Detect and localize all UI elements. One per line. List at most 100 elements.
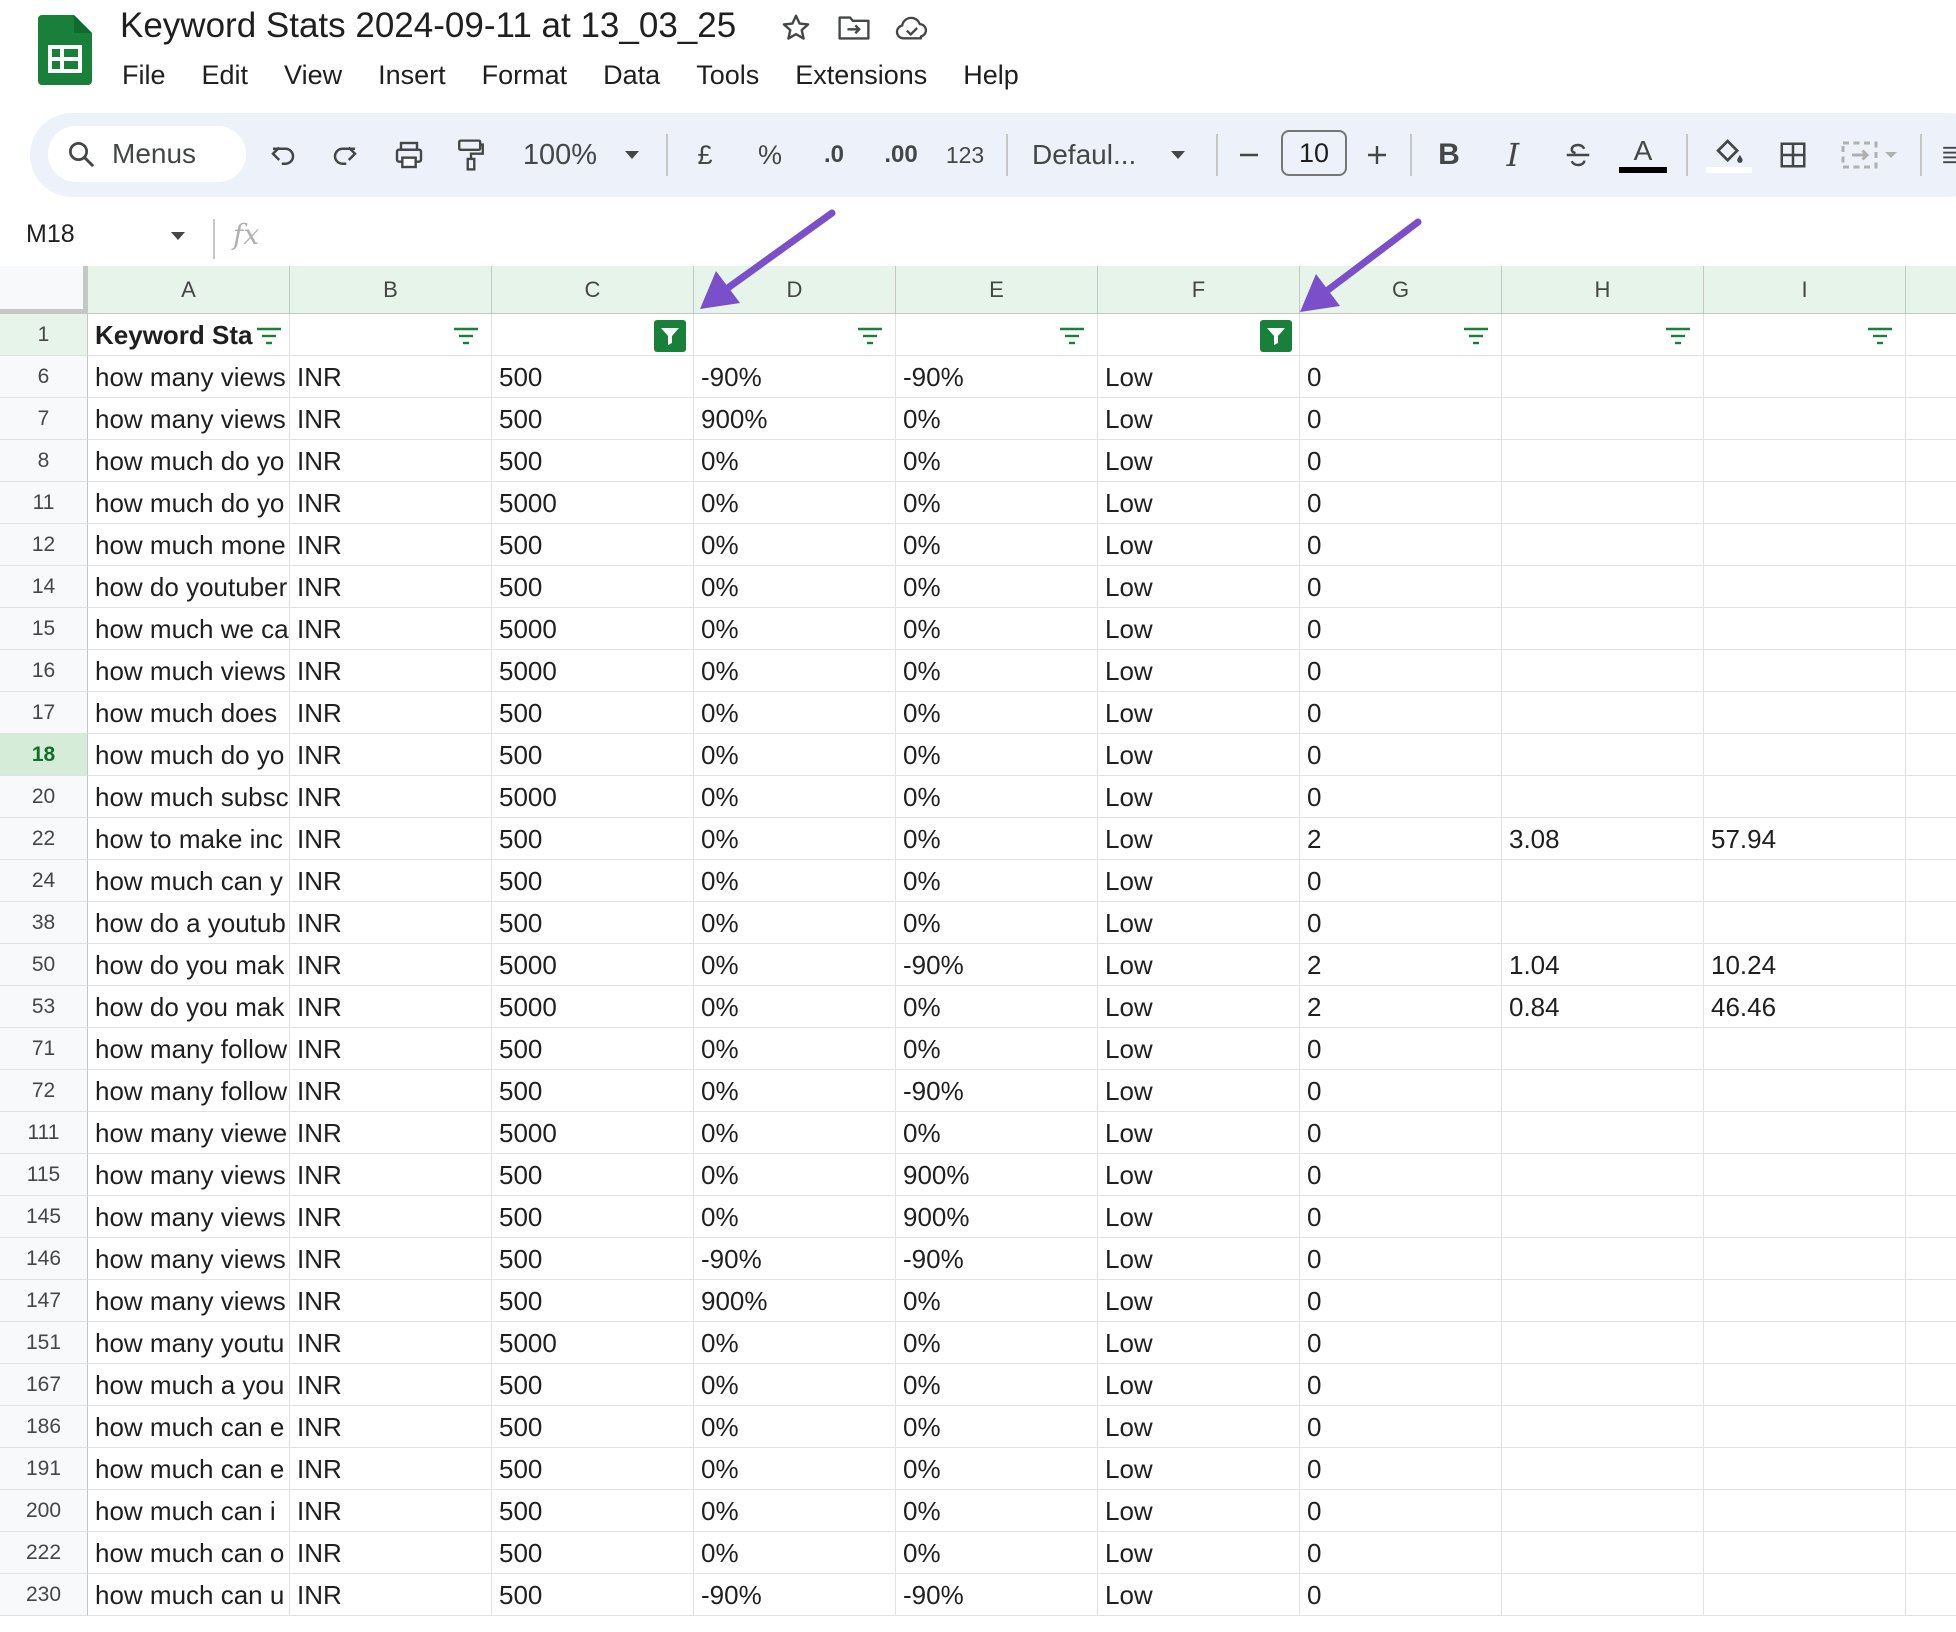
- cell-h[interactable]: [1502, 1238, 1704, 1280]
- cell-e[interactable]: 0%: [896, 860, 1098, 902]
- cell-c[interactable]: 500: [492, 1070, 694, 1112]
- filter-icon[interactable]: [1866, 326, 1894, 346]
- cell-i[interactable]: [1704, 1238, 1906, 1280]
- number-format-button[interactable]: 123: [940, 134, 990, 176]
- cell-e[interactable]: 0%: [896, 1532, 1098, 1574]
- cell-f[interactable]: Low: [1098, 1280, 1300, 1322]
- row-number[interactable]: 17: [0, 692, 88, 734]
- cell-c[interactable]: 500: [492, 1406, 694, 1448]
- row-number[interactable]: 20: [0, 776, 88, 818]
- cell-h[interactable]: [1502, 1154, 1704, 1196]
- filter-icon[interactable]: [856, 326, 884, 346]
- filter-icon[interactable]: [452, 326, 480, 346]
- cell-b[interactable]: INR: [290, 440, 492, 482]
- cell-g[interactable]: 0: [1300, 398, 1502, 440]
- strikethrough-icon[interactable]: [1560, 134, 1596, 176]
- row-number[interactable]: 115: [0, 1154, 88, 1196]
- row-number[interactable]: 146: [0, 1238, 88, 1280]
- cell-c[interactable]: 500: [492, 1490, 694, 1532]
- row-number[interactable]: 200: [0, 1490, 88, 1532]
- cell-b[interactable]: INR: [290, 944, 492, 986]
- cell-b[interactable]: INR: [290, 1196, 492, 1238]
- cell-a[interactable]: how much mone: [88, 524, 290, 566]
- cell-f[interactable]: Low: [1098, 692, 1300, 734]
- cell-h[interactable]: [1502, 398, 1704, 440]
- cell-b[interactable]: INR: [290, 1112, 492, 1154]
- cell-i[interactable]: [1704, 482, 1906, 524]
- cell-f[interactable]: Low: [1098, 1196, 1300, 1238]
- row-number[interactable]: 151: [0, 1322, 88, 1364]
- cell-f[interactable]: Low: [1098, 440, 1300, 482]
- cell-e[interactable]: 0%: [896, 650, 1098, 692]
- cell-g[interactable]: 0: [1300, 1406, 1502, 1448]
- column-header-c[interactable]: C: [492, 266, 694, 314]
- cell-i[interactable]: [1704, 1574, 1906, 1616]
- cell-f[interactable]: Low: [1098, 356, 1300, 398]
- menu-help[interactable]: Help: [945, 55, 1037, 95]
- cell-d[interactable]: -90%: [694, 356, 896, 398]
- cell-c[interactable]: 5000: [492, 944, 694, 986]
- cloud-saved-icon[interactable]: [894, 10, 930, 46]
- cell-h[interactable]: [1502, 356, 1704, 398]
- cell-f[interactable]: Low: [1098, 1532, 1300, 1574]
- row-number[interactable]: 8: [0, 440, 88, 482]
- cell-b[interactable]: INR: [290, 1406, 492, 1448]
- undo-icon[interactable]: [266, 134, 300, 176]
- cell-a[interactable]: how much can u: [88, 1574, 290, 1616]
- cell-d[interactable]: 0%: [694, 860, 896, 902]
- cell-g[interactable]: 2: [1300, 944, 1502, 986]
- cell-c[interactable]: 500: [492, 734, 694, 776]
- cell-h[interactable]: [1502, 566, 1704, 608]
- menus-search[interactable]: Menus: [48, 126, 246, 182]
- cell-g[interactable]: 0: [1300, 482, 1502, 524]
- cell-d[interactable]: 0%: [694, 1406, 896, 1448]
- cell-c[interactable]: 500: [492, 356, 694, 398]
- cell-e[interactable]: 0%: [896, 1364, 1098, 1406]
- cell[interactable]: [1906, 944, 1956, 986]
- menu-view[interactable]: View: [266, 55, 360, 95]
- cell-d[interactable]: 0%: [694, 1448, 896, 1490]
- cell-d[interactable]: 0%: [694, 524, 896, 566]
- cell-h[interactable]: [1502, 902, 1704, 944]
- cell-a[interactable]: how many youtu: [88, 1322, 290, 1364]
- row-number[interactable]: 22: [0, 818, 88, 860]
- cell-f[interactable]: Low: [1098, 1238, 1300, 1280]
- cell-g[interactable]: 0: [1300, 524, 1502, 566]
- cell-g[interactable]: 0: [1300, 1574, 1502, 1616]
- cell-f[interactable]: Low: [1098, 1154, 1300, 1196]
- cell[interactable]: [1906, 650, 1956, 692]
- cell-i[interactable]: [1704, 776, 1906, 818]
- font-size-input[interactable]: 10: [1281, 130, 1347, 176]
- cell-h[interactable]: [1502, 608, 1704, 650]
- cell-a[interactable]: how do you mak: [88, 986, 290, 1028]
- cell-e[interactable]: 0%: [896, 902, 1098, 944]
- sheets-logo-icon[interactable]: [38, 15, 92, 85]
- cell-a[interactable]: how many viewe: [88, 1112, 290, 1154]
- cell-a[interactable]: how many views: [88, 356, 290, 398]
- cell-b[interactable]: INR: [290, 398, 492, 440]
- cell-g[interactable]: 0: [1300, 776, 1502, 818]
- cell[interactable]: [1906, 1406, 1956, 1448]
- row-number[interactable]: 147: [0, 1280, 88, 1322]
- menu-edit[interactable]: Edit: [184, 55, 267, 95]
- menu-format[interactable]: Format: [464, 55, 586, 95]
- cell-h[interactable]: [1502, 1028, 1704, 1070]
- cell-e[interactable]: 0%: [896, 1112, 1098, 1154]
- row-number[interactable]: 38: [0, 902, 88, 944]
- cell-a[interactable]: how much can o: [88, 1532, 290, 1574]
- cell[interactable]: [1906, 776, 1956, 818]
- cell-i[interactable]: [1704, 1154, 1906, 1196]
- cell-e[interactable]: 0%: [896, 440, 1098, 482]
- cell-c[interactable]: 500: [492, 860, 694, 902]
- cell-c[interactable]: 500: [492, 1532, 694, 1574]
- cell[interactable]: [1906, 566, 1956, 608]
- zoom-select[interactable]: 100%: [520, 134, 600, 176]
- cell-f[interactable]: Low: [1098, 860, 1300, 902]
- cell-g[interactable]: 0: [1300, 1196, 1502, 1238]
- cell-a[interactable]: how many views: [88, 1280, 290, 1322]
- cell-c[interactable]: 500: [492, 440, 694, 482]
- cell-f[interactable]: Low: [1098, 650, 1300, 692]
- cell-e[interactable]: 0%: [896, 1490, 1098, 1532]
- cell[interactable]: [1906, 902, 1956, 944]
- cell-c[interactable]: 500: [492, 1238, 694, 1280]
